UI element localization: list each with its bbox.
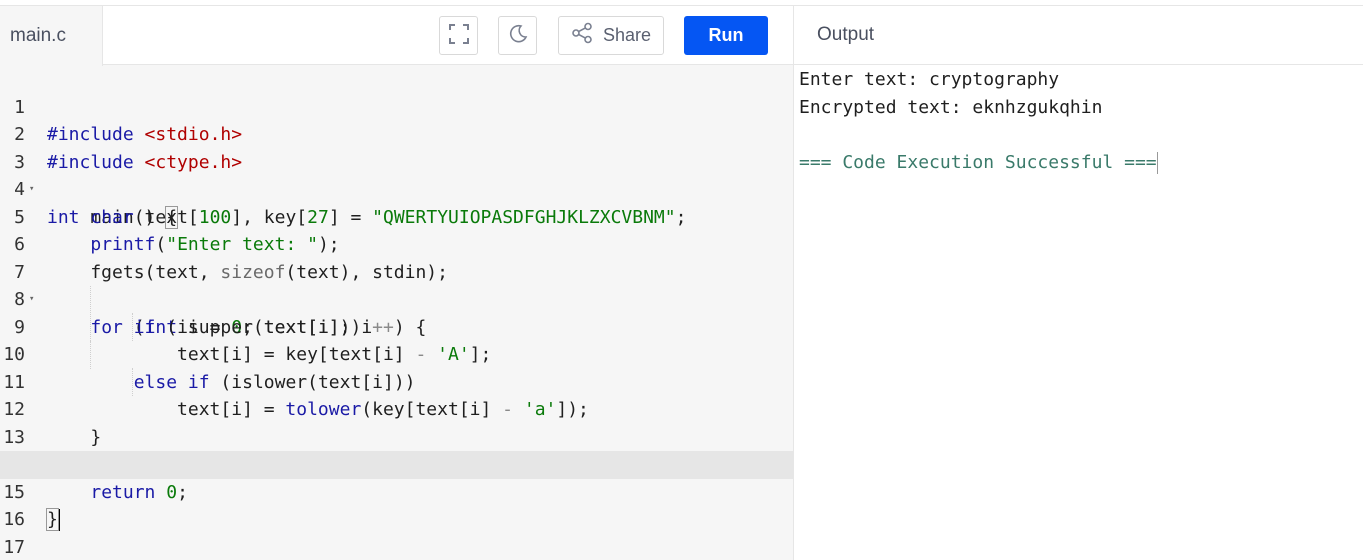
fullscreen-icon	[448, 23, 470, 49]
code-line: 11 text[i] = tolower(key[text[i] - 'a'])…	[0, 341, 793, 421]
output-blank-line	[799, 121, 1158, 149]
share-icon	[571, 22, 593, 49]
code-line-active: 15 }	[0, 451, 793, 531]
editor-pane: main.c Share Run 1 #include <stdio.h> 2 …	[0, 6, 793, 560]
line-number: 17	[3, 536, 25, 558]
code-line: 6 fgets(text, sizeof(text), stdin);	[0, 204, 793, 283]
editor-toolbar: main.c Share Run	[0, 6, 793, 66]
code-line: 4 char text[100], key[27] = "QWERTYUIOPA…	[0, 149, 793, 228]
output-title: Output	[817, 24, 875, 45]
code-editor[interactable]: 1 #include <stdio.h> 2 #include <ctype.h…	[0, 66, 793, 560]
code-line: 3 ▾ int main() {	[0, 121, 793, 229]
moon-icon	[507, 23, 529, 49]
output-cursor	[1156, 151, 1158, 174]
output-pane: Output Enter text: cryptography Encrypte…	[794, 6, 1363, 560]
code-line: 13 printf("Encrypted text: %s", text);	[0, 396, 793, 476]
output-header: Output	[794, 6, 1363, 65]
code-line: 2 #include <ctype.h>	[0, 94, 793, 173]
file-tab-main-c[interactable]: main.c	[0, 6, 103, 66]
code-line: 7 ▾ for (int i = 0; text[i]; i++) {	[0, 231, 793, 338]
output-line: Encrypted text: eknhzgukqhin	[799, 96, 1103, 118]
code-line: 16	[0, 479, 793, 530]
run-label: Run	[708, 25, 744, 45]
file-name: main.c	[10, 25, 66, 46]
theme-toggle-button[interactable]	[498, 16, 537, 55]
code-line: 5 printf("Enter text: ");	[0, 176, 793, 256]
fullscreen-button[interactable]	[439, 16, 478, 55]
code-line: 17	[0, 506, 793, 558]
code-line: 10 else if (islower(text[i]))	[0, 314, 793, 393]
output-line: Enter text: cryptography	[799, 69, 1060, 90]
code-line: 8 if (isupper(text[i]))	[0, 259, 793, 338]
execution-status: === Code Execution Successful ===	[799, 151, 1157, 173]
share-label: Share	[602, 25, 652, 45]
output-console[interactable]: Enter text: cryptography Encrypted text:…	[799, 66, 1158, 176]
code-line: 9 text[i] = key[text[i] - 'A'];	[0, 286, 793, 366]
run-button[interactable]: Run	[684, 16, 768, 55]
share-button[interactable]: Share	[558, 16, 664, 55]
code-line: 12 }	[0, 369, 793, 448]
code-line: 14 return 0;	[0, 424, 793, 503]
output-status-line: === Code Execution Successful ===	[799, 149, 1158, 177]
code-line: 1 #include <stdio.h>	[0, 66, 793, 146]
